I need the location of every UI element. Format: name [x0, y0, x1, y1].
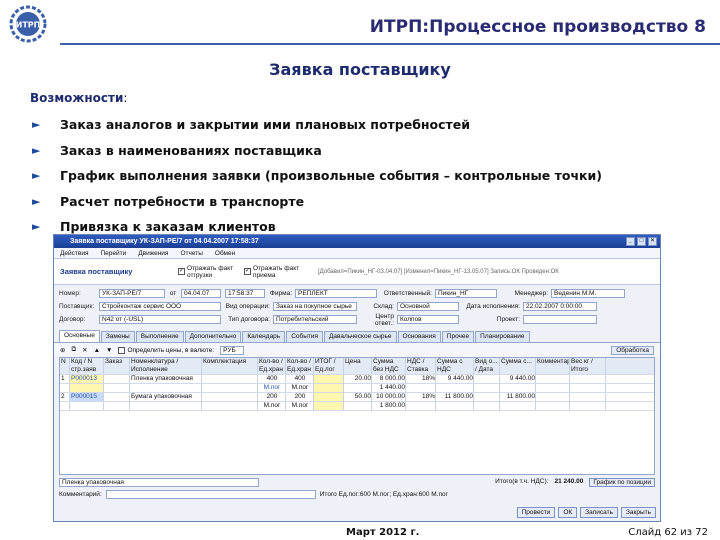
comment-field[interactable]	[105, 489, 316, 499]
manager-field[interactable]: Веденин М.М.	[551, 289, 625, 298]
list-item: ► График выполнения заявки (произвольные …	[32, 168, 602, 184]
post-button[interactable]: Провести	[516, 507, 556, 518]
header-title: ИТРП:Процессное производство 8	[369, 17, 706, 37]
tab-calendar[interactable]: Календарь	[242, 331, 286, 342]
receipt-checkbox[interactable]: ✓ Отражать факт приема	[244, 265, 302, 279]
table-header: N Код / N стр.заяв Заказ Номенклатура / …	[60, 358, 654, 375]
bullet-icon: ►	[32, 220, 41, 234]
contract-field[interactable]: N42 от (-USL)	[99, 315, 221, 324]
tab-replacements[interactable]: Замены	[100, 331, 135, 342]
document-title: Заявка поставщику	[60, 267, 133, 276]
slide-number: Слайд 62 из 72	[628, 527, 708, 538]
responsible-field[interactable]: Пикин_НГ	[435, 289, 497, 298]
bullet-icon: ►	[32, 169, 41, 183]
tab-main[interactable]: Основные	[59, 330, 100, 342]
window-toolbar: Действия Перейти Движения Отчеты Обмен	[54, 248, 660, 259]
time-field[interactable]: 17:58:37	[225, 289, 265, 298]
slide: ИТРП ИТРП:Процессное производство 8 Заяв…	[0, 0, 720, 540]
contract-type-field[interactable]: Потребительский	[273, 315, 357, 324]
deadline-field[interactable]: 22.02.2007 0:00:00	[523, 302, 597, 311]
define-prices-checkbox[interactable]: Определить цены, в валюте:	[118, 346, 214, 354]
table-row[interactable]: М.пог М.пог 1 800.00	[60, 402, 654, 411]
operation-field[interactable]: Заказ на покупное сырье	[273, 302, 357, 311]
number-field[interactable]: УК-ЗАП-РЕ/7	[99, 289, 165, 298]
menu-exchange[interactable]: Обмен	[213, 250, 237, 257]
tab-planning[interactable]: Планирование	[475, 331, 530, 342]
tab-bases[interactable]: Основания	[397, 331, 441, 342]
window-titlebar[interactable]: Заявка поставщику УК-ЗАП-РЕ/7 от 04.04.2…	[54, 235, 660, 248]
footer-date: Март 2012 г.	[346, 527, 420, 538]
list-item: ► Заказ аналогов и закрытии ими плановых …	[32, 117, 471, 133]
tab-other[interactable]: Прочее	[441, 331, 475, 342]
firm-field[interactable]: РЕПЛЕКТ	[295, 289, 377, 298]
move-down-icon[interactable]: ▼	[106, 347, 112, 354]
tab-execution[interactable]: Выполнение	[135, 331, 184, 342]
items-table: N Код / N стр.заяв Заказ Номенклатура / …	[59, 357, 655, 475]
maximize-icon[interactable]: □	[637, 237, 646, 246]
bullet-icon: ►	[32, 143, 41, 157]
save-button[interactable]: Записать	[580, 507, 618, 518]
status-info: [Добавил=Пикин_НГ-03.04.07] [Изменил=Пик…	[318, 268, 559, 275]
logo-text: ИТРП	[16, 21, 41, 30]
currency-field[interactable]: РУБ	[220, 345, 245, 355]
menu-reports[interactable]: Отчеты	[178, 250, 204, 257]
minimize-icon[interactable]: _	[626, 237, 635, 246]
checkbox-icon: ✓	[244, 268, 251, 275]
menu-movements[interactable]: Движения	[136, 250, 170, 257]
menu-actions[interactable]: Действия	[58, 250, 90, 257]
ok-button[interactable]: ОК	[558, 507, 578, 518]
close-button[interactable]: Закрыть	[620, 507, 656, 518]
comment-row: Комментарий: Итого Ед.пог:600 М.пог; Ед.…	[59, 489, 449, 499]
copy-row-icon[interactable]: ⧉	[71, 346, 76, 354]
project-field[interactable]	[523, 315, 597, 324]
menu-goto[interactable]: Перейти	[98, 250, 128, 257]
bullet-icon: ►	[32, 194, 41, 208]
close-icon[interactable]: ×	[648, 237, 657, 246]
selected-item-name: Пленка упаковочная	[59, 478, 259, 487]
table-footer: Пленка упаковочная Итого(в т.ч. НДС): 21…	[59, 478, 655, 487]
table-row[interactable]: 2 Р000015 Бумага упаковочная 200 200 50.…	[60, 393, 654, 402]
add-row-icon[interactable]: ⊕	[60, 346, 65, 354]
center-field[interactable]: Колпов	[397, 315, 459, 324]
delete-row-icon[interactable]: ✕	[82, 346, 87, 354]
document-form: Номер: УК-ЗАП-РЕ/7 от 04.04.07 17:58:37 …	[54, 285, 660, 328]
table-row[interactable]: М.пог М.пог 1 440.00	[60, 384, 654, 393]
slide-subtitle: Заявка поставщику	[269, 60, 451, 79]
tab-additional[interactable]: Дополнительно	[184, 331, 242, 342]
document-header: Заявка поставщику ✓ Отражать факт отгрузк…	[54, 259, 660, 285]
totals-units: Итого Ед.пог:600 М.пог; Ед.хран:600 М.по…	[319, 490, 449, 498]
tab-events[interactable]: События	[286, 331, 324, 342]
processing-button[interactable]: Обработка	[611, 345, 654, 355]
tab-tolling[interactable]: Давальческое сырье	[324, 331, 397, 342]
list-item: ► Заказ в наименованиях поставщика	[32, 142, 322, 158]
table-toolbar: ⊕ ⧉ ✕ ▲ ▼ Определить цены, в валюте: РУБ…	[54, 343, 660, 357]
tab-bar: Основные Замены Выполнение Дополнительно…	[54, 330, 660, 343]
checkbox-icon	[118, 346, 126, 354]
list-item: ► Расчет потребности в транспорте	[32, 193, 305, 209]
shipment-checkbox[interactable]: ✓ Отражать факт отгрузки	[178, 265, 236, 279]
table-row[interactable]: 1 Р000013 Пленка упаковочная 400 400 20.…	[60, 375, 654, 384]
features-heading: Возможности:	[30, 91, 128, 105]
warehouse-field[interactable]: Основной	[397, 302, 459, 311]
move-up-icon[interactable]: ▲	[94, 347, 100, 354]
header-divider	[60, 43, 720, 45]
schedule-button[interactable]: График по позиции	[589, 478, 655, 487]
date-field[interactable]: 04.04.07	[181, 289, 221, 298]
window-buttons: Провести ОК Записать Закрыть	[516, 507, 656, 518]
supplier-field[interactable]: Стройконтаж сервис ООО	[99, 302, 221, 311]
window-title: Заявка поставщику УК-ЗАП-РЕ/7 от 04.04.2…	[70, 238, 259, 245]
checkbox-icon: ✓	[178, 268, 185, 275]
bullet-icon: ►	[32, 118, 41, 132]
document-window: Заявка поставщику УК-ЗАП-РЕ/7 от 04.04.2…	[53, 234, 661, 522]
itrp-logo-icon: ИТРП	[9, 5, 47, 43]
total-amount: 21 240.00	[554, 478, 584, 485]
features-list: ► Заказ аналогов и закрытии ими плановых …	[32, 112, 602, 240]
